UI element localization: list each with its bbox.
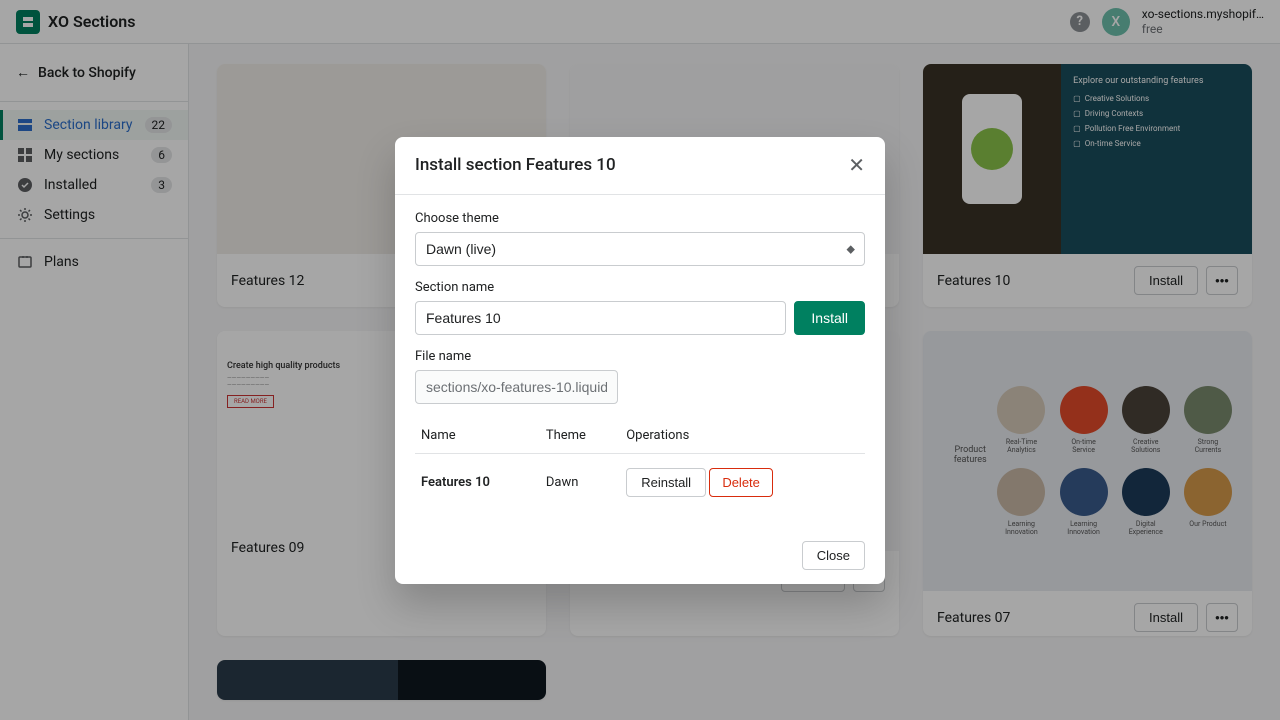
row-name: Features 10 (415, 453, 540, 511)
section-name-label: Section name (415, 280, 865, 295)
modal-title: Install section Features 10 (415, 155, 616, 175)
close-icon[interactable]: ✕ (848, 153, 865, 178)
row-theme: Dawn (540, 453, 620, 511)
install-section-modal: Install section Features 10 ✕ Choose the… (395, 137, 885, 584)
theme-select[interactable]: Dawn (live) (415, 232, 865, 266)
section-name-input[interactable] (415, 301, 786, 335)
th-operations: Operations (620, 418, 865, 454)
choose-theme-label: Choose theme (415, 211, 865, 226)
th-theme: Theme (540, 418, 620, 454)
file-name-input (415, 370, 618, 404)
install-button[interactable]: Install (794, 301, 865, 335)
file-name-label: File name (415, 349, 865, 364)
table-row: Features 10 Dawn Reinstall Delete (415, 453, 865, 511)
delete-button[interactable]: Delete (709, 468, 773, 497)
close-button[interactable]: Close (802, 541, 865, 570)
installed-table: Name Theme Operations Features 10 Dawn R… (415, 418, 865, 511)
th-name: Name (415, 418, 540, 454)
modal-overlay: Install section Features 10 ✕ Choose the… (0, 0, 1280, 720)
reinstall-button[interactable]: Reinstall (626, 468, 706, 497)
